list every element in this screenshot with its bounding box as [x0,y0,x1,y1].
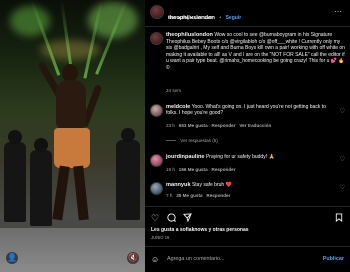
audio-label[interactable]: Burna Boy • Last Last [168,15,212,20]
mute-icon[interactable]: 🔇 [127,252,139,264]
likes-summary[interactable]: Les gusta a sofiaknows y otras personas [151,227,249,233]
heart-icon[interactable]: ♡ [340,108,345,115]
comment-username[interactable]: meldcole [166,104,190,110]
reply-button[interactable]: Responder [212,123,236,128]
more-icon[interactable]: ··· [334,8,342,16]
stage-floor [0,228,145,272]
comment-meta: 7 h 35 Me gusta Responder [166,193,230,198]
comment-username[interactable]: mannyuk [166,182,191,188]
caption-time: 24 sem [166,88,182,93]
crowd-person [116,140,140,220]
crowd-person-head [8,130,22,144]
comment-meta: 19 h 166 Me gusta Responder [166,167,236,172]
comment-time: 7 h [166,193,173,198]
translate-button[interactable]: Ver traducción [239,123,271,128]
post-media[interactable]: 👤 🔇 [0,0,145,272]
caption-username[interactable]: theophiluslondon [166,32,213,38]
comment-input[interactable]: Agrega un comentario... [167,256,225,262]
comment-body: jourdinpauline Praying for ur safety bud… [166,154,334,160]
add-comment-bar: ☺ Agrega un comentario... Publicar [145,246,350,272]
avatar[interactable] [150,5,164,19]
comment-meta: 23 h 653 Me gusta Responder Ver traducci… [166,123,271,128]
replies-label: Ver respuestas (5) [180,138,218,143]
post-panel: theophiluslondon • Seguir Burna Boy • La… [145,0,350,272]
post-header: theophiluslondon • Seguir Burna Boy • La… [145,0,350,27]
post-comment-button[interactable]: Publicar [323,256,344,262]
avatar[interactable] [150,154,163,167]
emoji-icon[interactable]: ☺ [151,255,159,264]
performer-body [56,80,86,130]
performer-leg [52,165,70,221]
comment-emoji: 🙏 [268,154,275,160]
comment-body: meldcole Yooo. What's going on. I just h… [166,104,334,117]
replies-line [166,140,176,142]
comment-icon[interactable] [167,213,176,224]
crowd-person [30,150,52,226]
separator: • [219,15,222,21]
heart-icon[interactable]: ♡ [340,184,345,191]
crowd-person-head [34,138,48,152]
comment-text: Yooo. What's going on. I just heard you'… [166,104,326,117]
avatar[interactable] [150,32,163,45]
view-replies[interactable]: Ver respuestas (5) [166,138,218,143]
comment-text: Stay safe bruh [191,182,225,188]
crowd-person-head [121,128,135,142]
comment-username[interactable]: jourdinpauline [166,154,205,160]
comment-likes[interactable]: 653 Me gusta [179,123,208,128]
comment-text: Praying for ur safety buddy! [205,154,268,160]
comment-emoji: ❤️ [225,182,232,188]
comment-body: mannyuk Stay safe bruh ❤️ [166,182,334,188]
share-icon[interactable] [182,213,192,224]
reply-button[interactable]: Responder [206,193,230,198]
bookmark-icon[interactable] [335,213,343,224]
avatar[interactable] [150,104,163,117]
comment-likes[interactable]: 35 Me gusta [176,193,202,198]
comment-time: 23 h [166,123,175,128]
performer-leg [73,165,89,221]
avatar[interactable] [150,182,163,195]
actions-bar: ♡ Les gusta a sofiaknows y otras persona… [145,206,350,242]
tag-icon[interactable]: 👤 [6,252,18,264]
reply-button[interactable]: Responder [212,167,236,172]
post-date: JUNIO 15 [151,235,170,240]
comment-likes[interactable]: 166 Me gusta [179,167,208,172]
comment-time: 19 h [166,167,175,172]
follow-button[interactable]: Seguir [226,15,242,21]
crowd-person [4,142,26,222]
caption-text: theophiluslondon Wow so cool to see @bur… [166,32,346,72]
heart-icon[interactable]: ♡ [151,213,159,223]
heart-icon[interactable]: ♡ [340,156,345,163]
performer-shorts [54,128,90,168]
